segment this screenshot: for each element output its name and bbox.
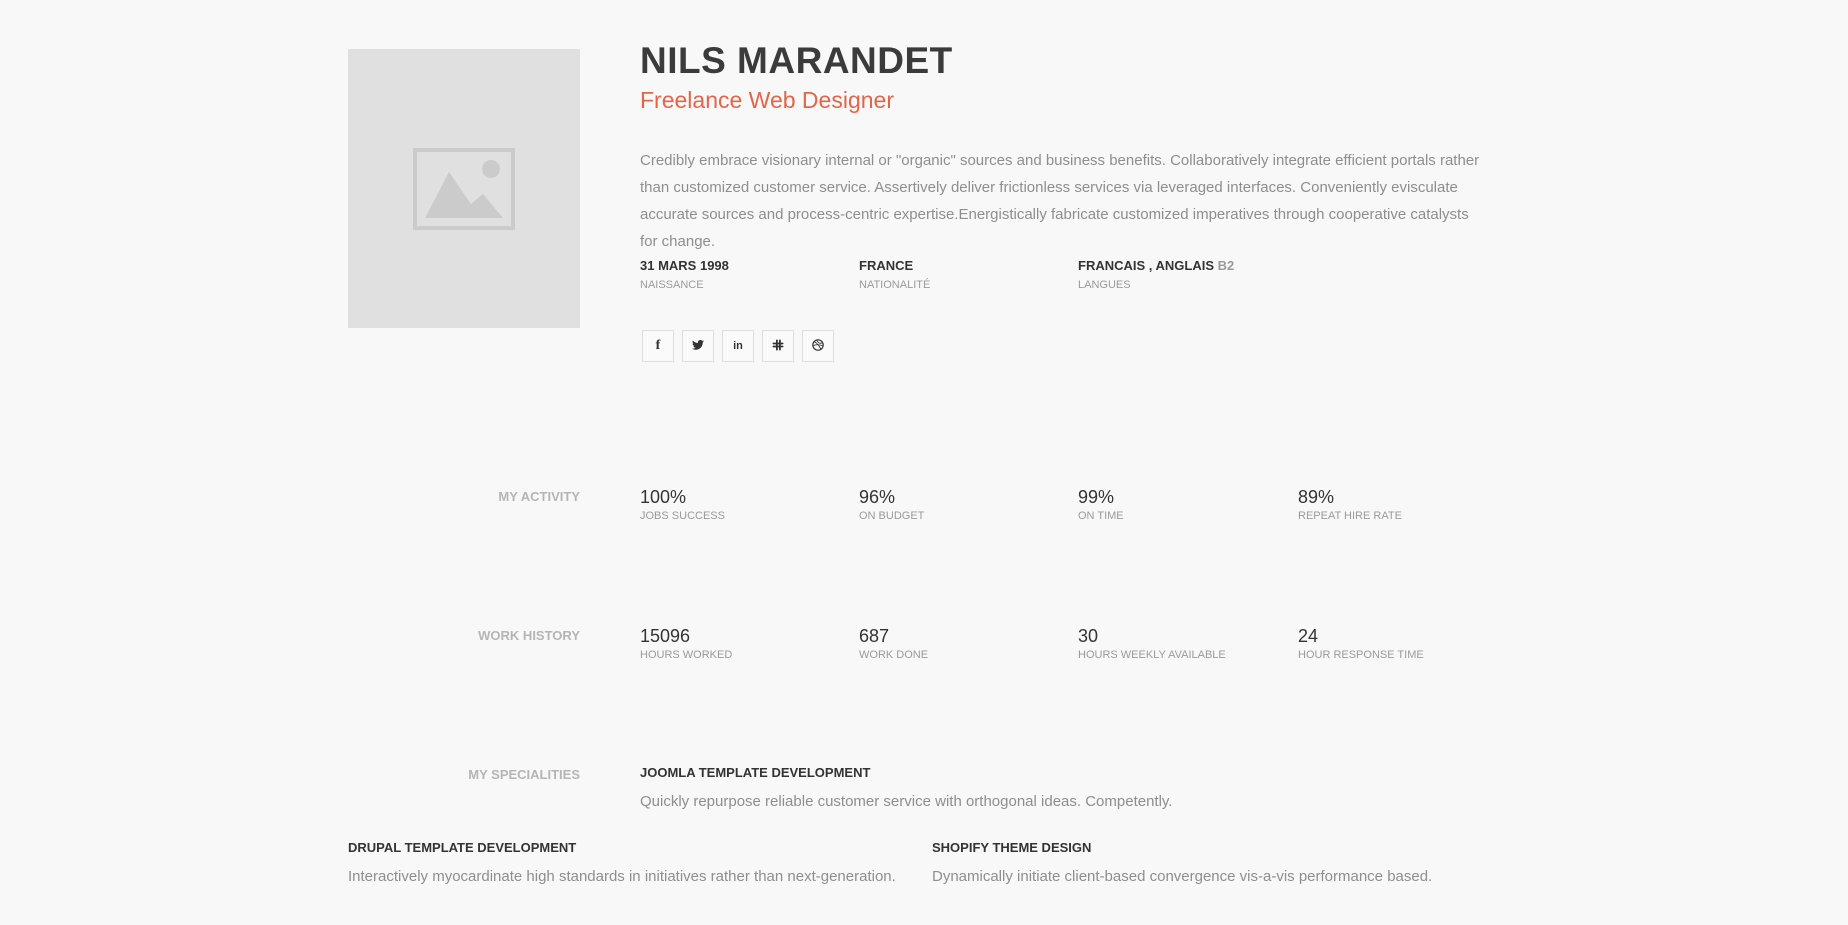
activity-stat-jobs-success: 100% JOBS SUCCESS — [640, 487, 725, 522]
speciality-joomla: JOOMLA TEMPLATE DEVELOPMENT Quickly repu… — [640, 765, 1172, 811]
image-placeholder-icon — [413, 147, 515, 230]
activity-stat-on-time: 99% ON TIME — [1078, 487, 1124, 522]
profile-bio: Credibly embrace visionary internal or "… — [640, 152, 1480, 250]
stat-value: 30 — [1078, 626, 1099, 646]
stat-value: 100% — [640, 487, 687, 507]
stat-label: WORK DONE — [859, 649, 929, 661]
slack-button[interactable] — [762, 330, 794, 362]
speciality-drupal: DRUPAL TEMPLATE DEVELOPMENT Interactivel… — [348, 840, 896, 886]
language-level: B2 — [1217, 258, 1235, 273]
activity-section-label: MY ACTIVITY — [498, 489, 580, 504]
profile-name: NILS MARANDET — [640, 40, 953, 81]
stat-label: ON TIME — [1078, 510, 1124, 522]
fact-languages: FRANCAIS , ANGLAIS B2 LANGUES — [1078, 258, 1234, 291]
stat-label: HOURS WORKED — [640, 649, 733, 661]
linkedin-button[interactable]: in — [722, 330, 754, 362]
speciality-title: SHOPIFY THEME DESIGN — [932, 840, 1092, 855]
specialities-section-label: MY SPECIALITIES — [468, 767, 580, 782]
languages-value: FRANCAIS , ANGLAIS — [1078, 258, 1215, 273]
dribbble-button[interactable] — [802, 330, 834, 362]
stat-label: HOURS WEEKLY AVAILABLE — [1078, 649, 1226, 661]
stat-value: 687 — [859, 626, 890, 646]
twitter-button[interactable] — [682, 330, 714, 362]
twitter-icon — [692, 339, 704, 353]
profile-page: NILS MARANDET Freelance Web Designer Cre… — [0, 0, 1848, 925]
dribbble-icon — [812, 338, 824, 354]
fact-label: NAISSANCE — [640, 279, 704, 291]
avatar — [348, 49, 580, 328]
stat-value: 89% — [1298, 487, 1335, 507]
speciality-desc: Dynamically initiate client-based conver… — [932, 868, 1433, 885]
speciality-title: DRUPAL TEMPLATE DEVELOPMENT — [348, 840, 577, 855]
fact-label: LANGUES — [1078, 279, 1131, 291]
fact-value: 31 MARS 1998 — [640, 258, 729, 273]
work-stat-response-time: 24 HOUR RESPONSE TIME — [1298, 626, 1424, 661]
fact-birthdate: 31 MARS 1998 NAISSANCE — [640, 258, 729, 291]
linkedin-icon: in — [733, 340, 743, 352]
fact-value: FRANCAIS , ANGLAIS B2 — [1078, 258, 1234, 274]
stat-label: ON BUDGET — [859, 510, 925, 522]
speciality-desc: Interactively myocardinate high standard… — [348, 868, 896, 885]
fact-value: FRANCE — [859, 258, 914, 273]
work-stat-work-done: 687 WORK DONE — [859, 626, 928, 661]
stat-value: 15096 — [640, 626, 691, 646]
social-links: f in — [642, 330, 834, 362]
profile-role: Freelance Web Designer — [640, 87, 894, 113]
fact-label: NATIONALITÉ — [859, 279, 931, 291]
stat-label: REPEAT HIRE RATE — [1298, 510, 1402, 522]
work-stat-hours-worked: 15096 HOURS WORKED — [640, 626, 732, 661]
stat-value: 96% — [859, 487, 896, 507]
stat-value: 99% — [1078, 487, 1115, 507]
work-history-section-label: WORK HISTORY — [478, 628, 580, 643]
facebook-button[interactable]: f — [642, 330, 674, 362]
speciality-title: JOOMLA TEMPLATE DEVELOPMENT — [640, 765, 871, 780]
stat-label: HOUR RESPONSE TIME — [1298, 649, 1424, 661]
speciality-shopify: SHOPIFY THEME DESIGN Dynamically initiat… — [932, 840, 1432, 886]
speciality-desc: Quickly repurpose reliable customer serv… — [640, 793, 1173, 810]
work-stat-hours-available: 30 HOURS WEEKLY AVAILABLE — [1078, 626, 1226, 661]
fact-nationality: FRANCE NATIONALITÉ — [859, 258, 930, 291]
stat-label: JOBS SUCCESS — [640, 510, 725, 522]
stat-value: 24 — [1298, 626, 1319, 646]
activity-stat-repeat-hire: 89% REPEAT HIRE RATE — [1298, 487, 1402, 522]
activity-stat-on-budget: 96% ON BUDGET — [859, 487, 924, 522]
facebook-icon: f — [655, 338, 661, 353]
slack-icon — [772, 339, 784, 354]
